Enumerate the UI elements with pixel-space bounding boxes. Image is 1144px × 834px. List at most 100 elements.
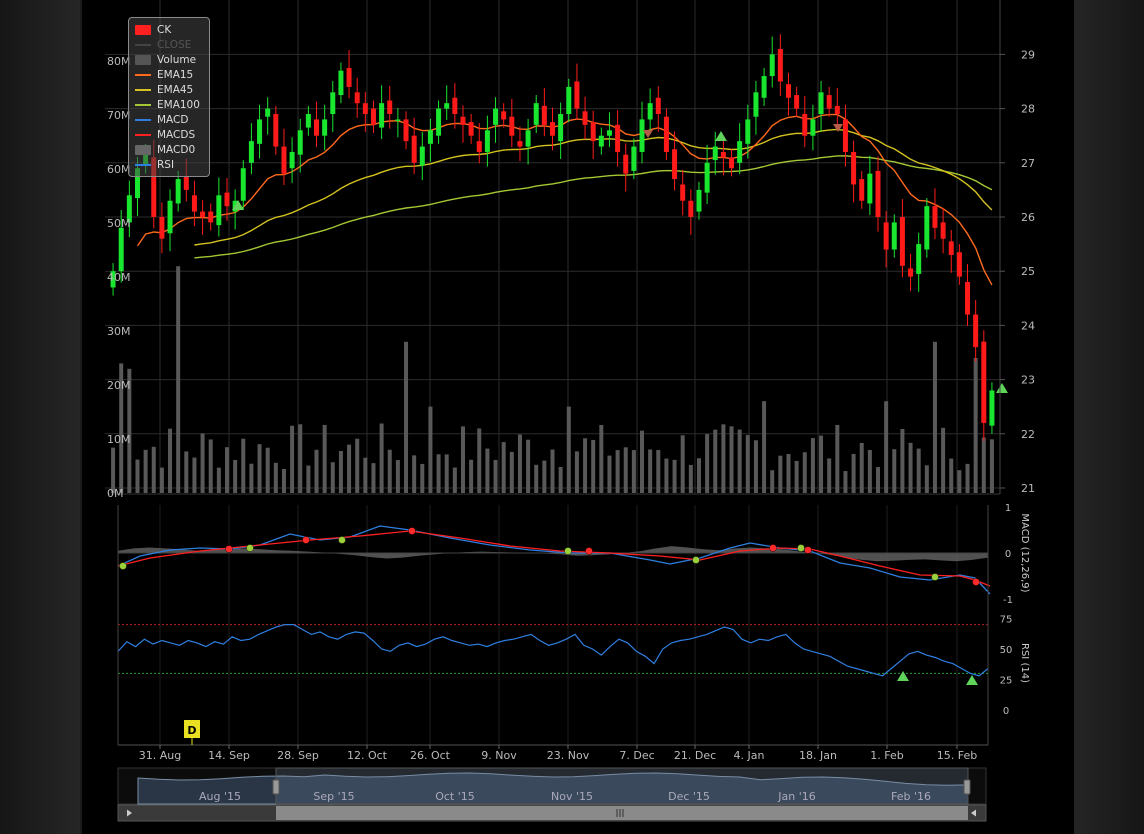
volume-bar — [688, 464, 693, 493]
volume-bar — [314, 449, 319, 493]
candle-body — [680, 184, 686, 201]
volume-bar — [517, 434, 522, 493]
line-swatch — [135, 43, 151, 46]
legend-label: EMA100 — [157, 98, 200, 111]
volume-bar — [794, 460, 799, 493]
candle-body — [216, 195, 222, 226]
bar-swatch — [135, 54, 151, 65]
candle-body — [346, 67, 352, 87]
candle-body — [183, 176, 189, 190]
macd-axis-title: MACD (12,26,9) — [1019, 513, 1030, 592]
candle-body — [330, 92, 336, 115]
candle-body — [704, 162, 710, 193]
volume-bar — [338, 451, 343, 493]
candle-body — [712, 146, 718, 161]
candle-body — [533, 103, 539, 125]
navigator-handle-left[interactable] — [272, 779, 280, 795]
legend-item-rsi[interactable]: RSI — [135, 157, 209, 172]
macd-tick-label: 1 — [1005, 503, 1011, 514]
volume-tick-label: 70M — [107, 109, 131, 122]
volume-bar — [281, 468, 286, 493]
bar-swatch — [135, 144, 151, 155]
macd-cross-up-dot — [338, 536, 346, 544]
line-swatch — [135, 103, 151, 106]
candle-body — [606, 130, 612, 136]
navigator-selection[interactable] — [275, 767, 969, 805]
navigator-handle-right[interactable] — [963, 779, 971, 795]
macd-tick-label: -1 — [1003, 595, 1013, 606]
candle-body — [574, 81, 580, 109]
macd-cross-up-dot — [246, 544, 254, 552]
volume-bar — [363, 457, 368, 493]
candle-body — [566, 86, 572, 115]
volume-bar — [835, 424, 840, 493]
volume-bar — [778, 455, 783, 493]
navigator-month-label: Oct '15 — [435, 790, 475, 803]
volume-bar — [770, 470, 775, 493]
macd-tick-label: 0 — [1005, 549, 1011, 560]
volume-bar — [428, 406, 433, 493]
volume-bar — [949, 458, 954, 493]
volume-bar — [550, 449, 555, 493]
navigator-month-label: Nov '15 — [551, 790, 593, 803]
legend-label: MACD0 — [157, 143, 196, 156]
volume-bar — [395, 460, 400, 493]
candle-body — [899, 217, 905, 266]
volume-bar — [615, 450, 620, 493]
price-tick-label: 29 — [1021, 48, 1035, 61]
volume-bar — [607, 455, 612, 493]
navigator-month-label: Aug '15 — [199, 790, 241, 803]
range-navigator[interactable]: Aug '15 Sep '15 Oct '15 Nov '15 Dec '15 Jan '… — [117, 767, 987, 822]
legend-item-volume[interactable]: Volume — [135, 52, 209, 67]
legend-item-macds[interactable]: MACDS — [135, 127, 209, 142]
candle-body — [159, 217, 165, 239]
volume-tick-label: 60M — [107, 163, 131, 176]
volume-bar — [932, 341, 937, 493]
x-tick-label: 7. Dec — [619, 749, 654, 762]
legend-item-ema100[interactable]: EMA100 — [135, 97, 209, 112]
macd-cross-up-dot — [564, 547, 572, 555]
candle-body — [558, 114, 564, 142]
line-swatch — [135, 118, 151, 121]
x-tick-label: 23. Nov — [547, 749, 590, 762]
volume-bar — [916, 448, 921, 493]
candle-body — [354, 92, 360, 104]
legend-label: MACD — [157, 113, 189, 126]
candle-body — [517, 141, 523, 147]
volume-bar — [957, 470, 962, 493]
volume-bar — [843, 471, 848, 493]
volume-bar — [819, 435, 824, 493]
candle-body — [891, 222, 897, 250]
candle-body — [802, 114, 808, 136]
volume-bar — [420, 463, 425, 493]
legend-item-close[interactable]: CLOSE — [135, 37, 209, 52]
legend-label: Volume — [157, 53, 197, 66]
legend-item-macd[interactable]: MACD — [135, 112, 209, 127]
candle-body — [419, 146, 425, 166]
legend-item-ck[interactable]: CK — [135, 22, 209, 37]
line-swatch — [135, 88, 151, 91]
chart-background — [82, 0, 1074, 834]
volume-bar — [412, 455, 417, 493]
legend-item-macd0[interactable]: MACD0 — [135, 142, 209, 157]
candle-body — [427, 130, 433, 144]
volume-bar — [509, 451, 514, 493]
scrollbar-thumb[interactable] — [276, 806, 968, 820]
candle-body — [590, 122, 596, 142]
rsi-axis-title: RSI (14) — [1019, 643, 1030, 683]
volume-bar — [485, 448, 490, 493]
x-tick-label: 31. Aug — [139, 749, 181, 762]
legend-item-ema15[interactable]: EMA15 — [135, 67, 209, 82]
volume-bar — [216, 467, 221, 493]
volume-bar — [721, 424, 726, 493]
candle-body — [924, 206, 930, 250]
volume-bar — [477, 428, 482, 493]
legend-item-ema45[interactable]: EMA45 — [135, 82, 209, 97]
candle-body — [118, 227, 124, 272]
x-tick-label: 15. Feb — [937, 749, 977, 762]
volume-bar — [224, 447, 229, 493]
candle-body — [452, 97, 458, 115]
candle-body — [639, 119, 645, 152]
candle-body — [631, 146, 637, 171]
candle-body — [338, 70, 344, 96]
